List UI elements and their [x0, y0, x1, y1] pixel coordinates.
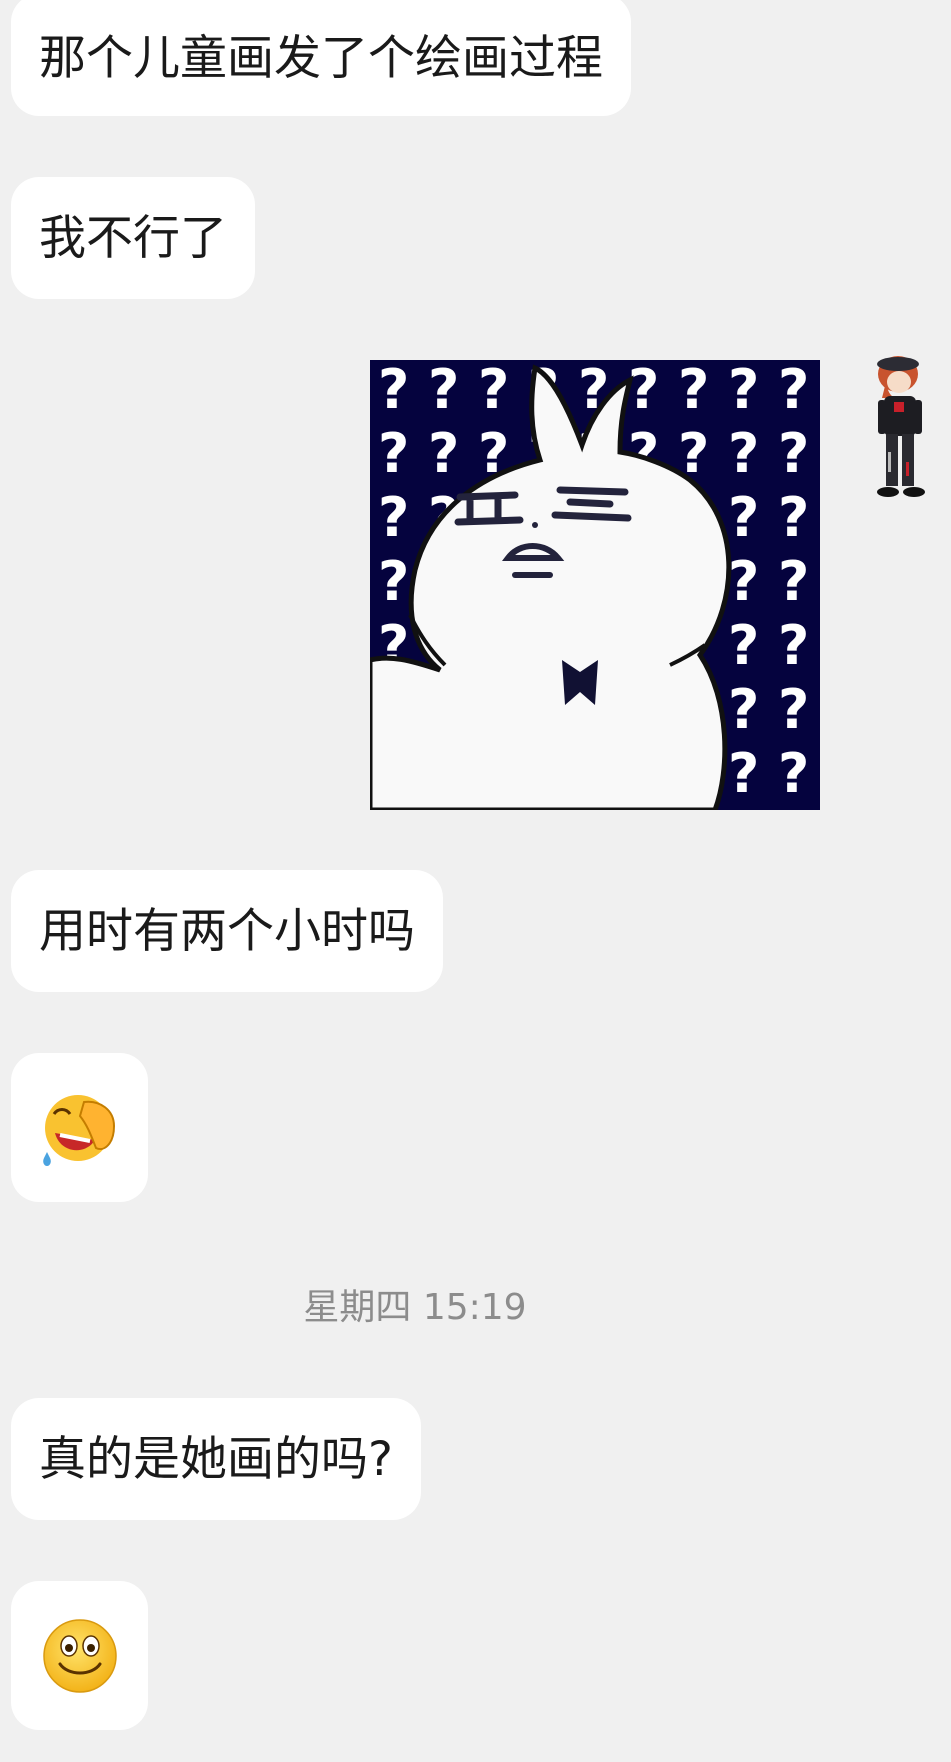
user-avatar-icon	[877, 356, 925, 497]
timestamp: 星期四 15:19	[303, 1287, 527, 1328]
message-text: 真的是她画的吗?	[39, 1431, 393, 1487]
chat-view: 那个儿童画发了个绘画过程 我不行了 ?	[0, 0, 951, 1762]
message-bubble-incoming[interactable]: 真的是她画的吗?	[11, 1398, 421, 1520]
emoji-message-incoming[interactable]	[11, 1581, 148, 1730]
confused-bunny-sticker-icon: ?	[370, 360, 820, 810]
emoji-message-incoming[interactable]	[11, 1053, 148, 1202]
message-bubble-incoming[interactable]: 那个儿童画发了个绘画过程	[11, 0, 631, 116]
sticker-message-outgoing[interactable]: ?	[370, 360, 820, 810]
message-text: 我不行了	[39, 210, 227, 266]
facepalm-laugh-emoji-icon	[42, 1094, 115, 1166]
message-text: 那个儿童画发了个绘画过程	[39, 30, 603, 86]
message-bubble-incoming[interactable]: 用时有两个小时吗	[11, 870, 443, 992]
smile-emoji-icon	[42, 1618, 117, 1693]
message-text: 用时有两个小时吗	[39, 903, 415, 959]
message-bubble-incoming[interactable]: 我不行了	[11, 177, 255, 299]
avatar[interactable]	[868, 352, 934, 504]
